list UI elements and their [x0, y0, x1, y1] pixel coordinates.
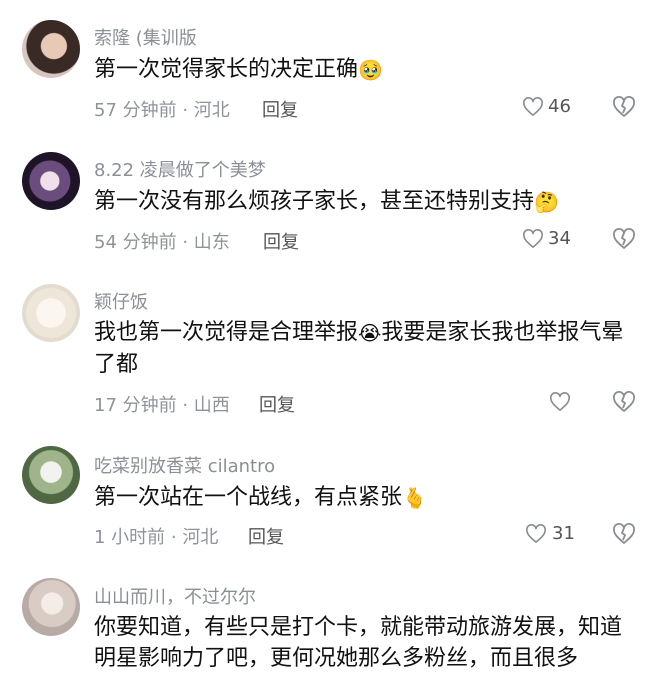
emoji: 😭: [358, 321, 382, 345]
comment-username[interactable]: 索隆 (集训版: [94, 24, 197, 50]
comment-time-location: 1 小时前 · 河北: [94, 527, 219, 548]
reply-button[interactable]: 回复: [262, 96, 298, 122]
like-count: 46: [548, 96, 571, 117]
comment-username[interactable]: 8.22 凌晨做了个美梦: [94, 156, 266, 182]
emoji: 🫰: [402, 486, 427, 510]
comment-username[interactable]: 颖仔饭: [94, 288, 148, 314]
broken-heart-outline-icon[interactable]: [612, 96, 636, 118]
comment-text: 第一次站在一个战线，有点紧张🫰: [94, 485, 427, 510]
emoji: 🥹: [358, 58, 383, 82]
broken-heart-outline-icon[interactable]: [612, 391, 636, 413]
comment-text: 你要知道，有些只是打个卡，就能带动旅游发展，知道明星影响力了吧，更何况她那么多粉…: [94, 615, 623, 671]
heart-outline-icon[interactable]: [522, 229, 544, 249]
reply-button[interactable]: 回复: [263, 228, 299, 254]
broken-heart-outline-icon[interactable]: [612, 228, 636, 250]
like-count: 31: [552, 523, 575, 544]
comment-username[interactable]: 吃菜别放香菜 cilantro: [94, 452, 275, 478]
broken-heart-outline-icon[interactable]: [612, 523, 636, 545]
emoji: 🤔: [534, 190, 559, 214]
heart-outline-icon[interactable]: [522, 97, 544, 117]
comment-time-location: 57 分钟前 · 河北: [94, 100, 230, 121]
heart-outline-icon[interactable]: [525, 524, 547, 544]
reply-button[interactable]: 回复: [248, 523, 284, 549]
comment-time-location: 54 分钟前 · 山东: [94, 232, 230, 253]
avatar[interactable]: [22, 446, 80, 504]
avatar[interactable]: [22, 578, 80, 636]
comment-text: 第一次没有那么烦孩子家长，甚至还特别支持🤔: [94, 189, 559, 214]
avatar[interactable]: [22, 20, 80, 78]
comment-time-location: 17 分钟前 · 山西: [94, 395, 230, 416]
heart-outline-icon[interactable]: [549, 392, 571, 412]
comment-username[interactable]: 山山而川，不过尔尔: [94, 583, 256, 609]
comment-text: 我也第一次觉得是合理举报😭我要是家长我也举报气晕了都: [94, 320, 624, 377]
like-count: 34: [548, 228, 571, 249]
avatar[interactable]: [22, 284, 80, 342]
reply-button[interactable]: 回复: [259, 391, 295, 417]
comment-text: 第一次觉得家长的决定正确🥹: [94, 57, 383, 82]
avatar[interactable]: [22, 152, 80, 210]
